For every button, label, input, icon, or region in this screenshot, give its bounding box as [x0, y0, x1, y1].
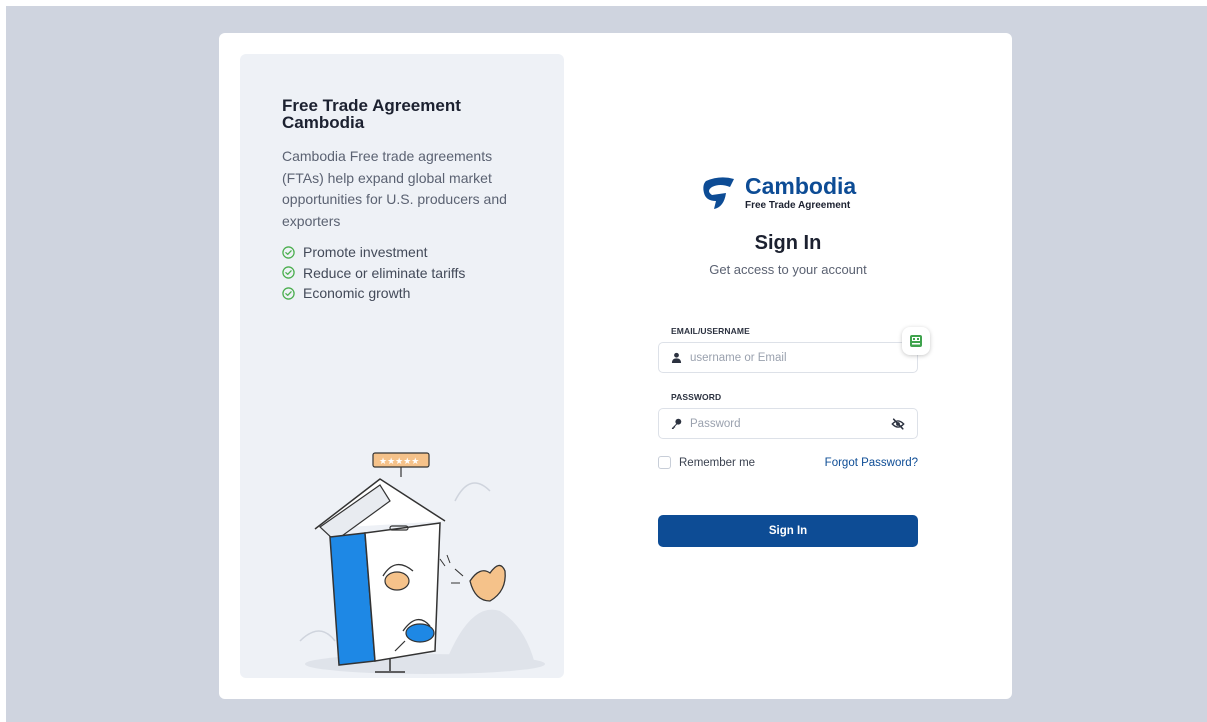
- email-field-wrapper: [658, 342, 918, 373]
- password-field-wrapper: [658, 408, 918, 439]
- email-input[interactable]: [690, 351, 917, 364]
- birdhouse-illustration: ★★★★★: [299, 452, 545, 674]
- benefit-label: Reduce or eliminate tariffs: [303, 264, 466, 281]
- benefit-item: Reduce or eliminate tariffs: [282, 263, 465, 284]
- benefit-item: Promote investment: [282, 242, 465, 263]
- promo-title: Free Trade Agreement Cambodia: [282, 96, 461, 132]
- user-icon: [671, 352, 682, 363]
- svg-text:★★★★★: ★★★★★: [379, 457, 419, 467]
- check-circle-icon: [282, 246, 295, 259]
- signin-title: Sign In: [754, 232, 822, 254]
- promo-panel: Free Trade Agreement Cambodia Cambodia F…: [240, 54, 564, 678]
- forgot-password-link[interactable]: Forgot Password?: [809, 457, 918, 469]
- autofill-icon: [910, 335, 922, 347]
- eye-slash-icon[interactable]: [891, 417, 905, 431]
- remember-me[interactable]: Remember me: [658, 456, 755, 469]
- remember-checkbox[interactable]: [658, 456, 671, 469]
- signin-subtitle: Get access to your account: [709, 262, 867, 277]
- benefit-label: Promote investment: [303, 244, 428, 261]
- key-icon: [671, 418, 682, 429]
- password-manager-badge[interactable]: [902, 327, 930, 355]
- password-label: PASSWORD: [671, 392, 722, 402]
- benefits-list: Promote investment Reduce or eliminate t…: [282, 242, 465, 304]
- remember-label: Remember me: [679, 456, 756, 469]
- benefit-item: Economic growth: [282, 283, 465, 304]
- check-circle-icon: [282, 266, 295, 279]
- email-label: EMAIL/USERNAME: [671, 326, 750, 336]
- signin-button[interactable]: Sign In: [658, 515, 918, 547]
- promo-description: Cambodia Free trade agreements (FTAs) he…: [282, 148, 507, 229]
- benefit-label: Economic growth: [303, 285, 411, 302]
- login-card: Free Trade Agreement Cambodia Cambodia F…: [219, 33, 1012, 699]
- logo-name: Cambodia: [745, 173, 857, 199]
- check-circle-icon: [282, 287, 295, 300]
- password-input[interactable]: [690, 417, 891, 430]
- logo-mark-icon: [703, 177, 734, 209]
- logo-subtitle: Free Trade Agreement: [745, 200, 851, 211]
- brand-logo: Cambodia Free Trade Agreement: [700, 173, 880, 215]
